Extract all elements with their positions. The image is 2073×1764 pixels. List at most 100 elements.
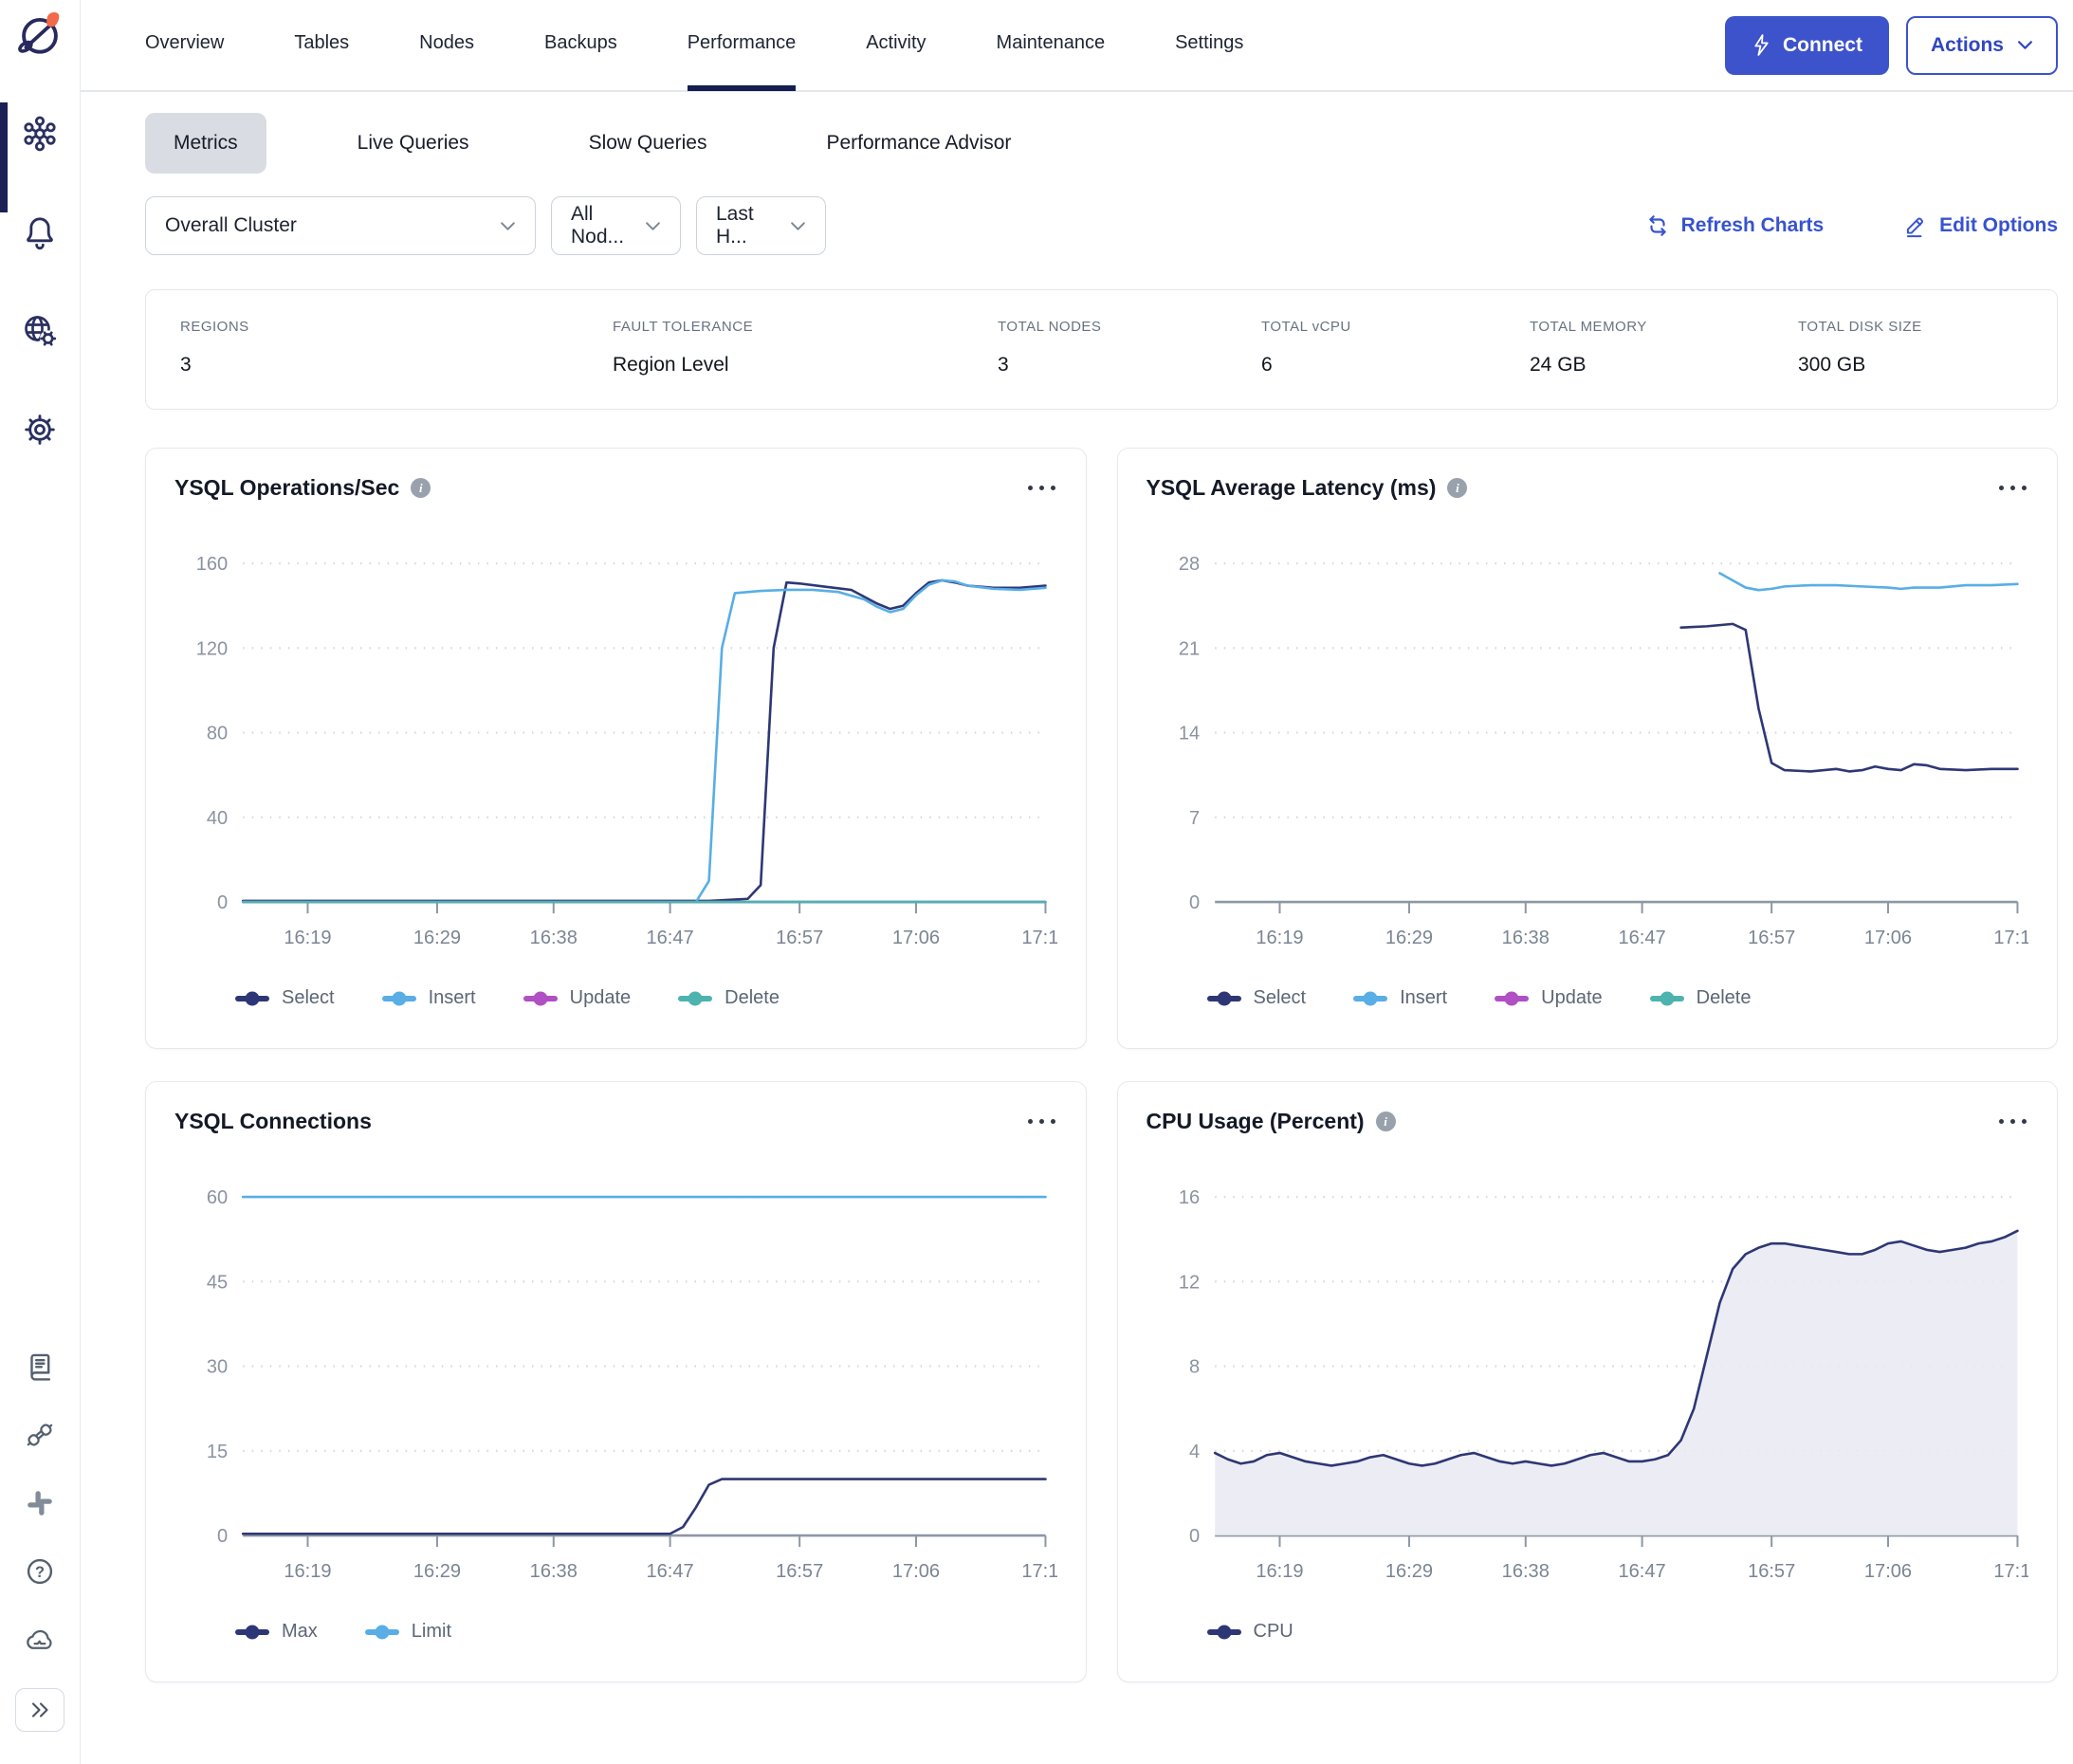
svg-text:16:47: 16:47 (647, 928, 694, 948)
info-icon[interactable]: i (411, 478, 431, 498)
svg-text:40: 40 (207, 808, 228, 829)
info-icon[interactable]: i (1447, 478, 1467, 498)
subtab-slow-queries[interactable]: Slow Queries (560, 113, 736, 174)
tab-settings[interactable]: Settings (1175, 1, 1243, 91)
chart-title: YSQL Connections (174, 1109, 372, 1134)
expand-sidebar-button[interactable] (15, 1688, 64, 1732)
svg-text:45: 45 (207, 1272, 228, 1293)
legend-marker (1650, 996, 1684, 1001)
legend-item-delete[interactable]: Delete (1650, 987, 1752, 1009)
svg-text:160: 160 (196, 554, 228, 575)
svg-text:16:47: 16:47 (1618, 1561, 1665, 1582)
slack-icon[interactable] (20, 1483, 60, 1523)
subtab-metrics[interactable]: Metrics (145, 113, 266, 174)
cluster-scope-select[interactable]: Overall Cluster (145, 196, 536, 255)
svg-text:16:29: 16:29 (413, 928, 461, 948)
svg-text:15: 15 (207, 1442, 228, 1462)
cloud-status-icon[interactable] (20, 1620, 60, 1660)
charts-grid: YSQL Operations/Sec i 0408012016016:1916… (145, 448, 2058, 1701)
legend-item-insert[interactable]: Insert (382, 987, 476, 1009)
svg-text:?: ? (35, 1564, 45, 1581)
legend-marker (678, 996, 712, 1001)
legend-marker (382, 996, 416, 1001)
ysql-connections-chart: 01530456016:1916:2916:3816:4716:5717:061… (174, 1159, 1057, 1608)
nodes-select-value: All Nod... (571, 203, 630, 248)
chart-card-ysql-operations: YSQL Operations/Sec i 0408012016016:1916… (145, 448, 1087, 1049)
edit-options-button[interactable]: Edit Options (1903, 213, 2058, 238)
tab-overview[interactable]: Overview (145, 1, 224, 91)
legend-item-update[interactable]: Update (523, 987, 632, 1009)
chevron-down-icon (2017, 40, 2033, 50)
stat-value: 3 (180, 354, 613, 377)
svg-text:14: 14 (1178, 724, 1199, 744)
tab-maintenance[interactable]: Maintenance (997, 1, 1106, 91)
docs-book-icon[interactable] (20, 1347, 60, 1387)
stat-value: 300 GB (1798, 354, 2057, 377)
svg-text:16:57: 16:57 (1748, 928, 1795, 948)
legend-item-max[interactable]: Max (235, 1621, 318, 1643)
svg-text:16:57: 16:57 (776, 928, 823, 948)
stat-fault-tolerance: FAULT TOLERANCE Region Level (613, 319, 998, 377)
sidebar-primary-nav (20, 114, 60, 450)
chart-menu-button[interactable] (1997, 1113, 2028, 1130)
chevron-down-icon (645, 221, 661, 231)
chart-title: YSQL Operations/Sec (174, 475, 399, 501)
refresh-charts-button[interactable]: Refresh Charts (1645, 213, 1825, 238)
svg-text:16:29: 16:29 (413, 1561, 461, 1582)
cluster-icon[interactable] (20, 114, 60, 154)
nodes-select[interactable]: All Nod... (551, 196, 681, 255)
ysql-latency-chart: 0714212816:1916:2916:3816:4716:5717:0617… (1147, 525, 2029, 974)
svg-text:16:38: 16:38 (530, 928, 578, 948)
svg-text:30: 30 (207, 1357, 228, 1378)
actions-button[interactable]: Actions (1906, 16, 2058, 75)
subtab-live-queries[interactable]: Live Queries (329, 113, 498, 174)
svg-text:16:38: 16:38 (1501, 928, 1549, 948)
sidebar-footer-nav: ? (15, 1347, 64, 1732)
legend-item-select[interactable]: Select (1207, 987, 1307, 1009)
stat-total-memory: TOTAL MEMORY 24 GB (1530, 319, 1798, 377)
alerts-bell-icon[interactable] (20, 212, 60, 252)
settings-gear-icon[interactable] (20, 410, 60, 450)
legend-item-limit[interactable]: Limit (365, 1621, 451, 1643)
tab-tables[interactable]: Tables (294, 1, 349, 91)
connect-button[interactable]: Connect (1725, 16, 1889, 75)
info-icon[interactable]: i (1376, 1112, 1396, 1131)
yugabyte-logo[interactable] (12, 9, 67, 64)
sidebar-active-indicator (0, 102, 8, 212)
legend-item-cpu[interactable]: CPU (1207, 1621, 1293, 1643)
svg-text:80: 80 (207, 724, 228, 744)
stat-label: REGIONS (180, 319, 613, 335)
svg-text:17:06: 17:06 (892, 928, 940, 948)
svg-text:21: 21 (1178, 638, 1199, 659)
legend-item-insert[interactable]: Insert (1353, 987, 1447, 1009)
tab-activity[interactable]: Activity (866, 1, 926, 91)
chart-menu-button[interactable] (1026, 1113, 1057, 1130)
svg-text:16:38: 16:38 (1501, 1561, 1549, 1582)
chart-title: CPU Usage (Percent) (1147, 1109, 1365, 1134)
legend-marker (365, 1629, 399, 1635)
chart-toolbar: Refresh Charts Edit Options (1645, 213, 2058, 238)
tab-performance[interactable]: Performance (688, 1, 797, 91)
svg-text:12: 12 (1178, 1272, 1199, 1293)
edit-options-label: Edit Options (1939, 214, 2058, 237)
legend-item-delete[interactable]: Delete (678, 987, 780, 1009)
chart-card-ysql-connections: YSQL Connections 01530456016:1916:2916:3… (145, 1081, 1087, 1682)
network-globe-gear-icon[interactable] (20, 311, 60, 351)
lightning-icon (1752, 34, 1771, 56)
legend-item-update[interactable]: Update (1495, 987, 1603, 1009)
chart-menu-button[interactable] (1026, 480, 1057, 496)
chart-menu-button[interactable] (1997, 480, 2028, 496)
time-range-select[interactable]: Last H... (696, 196, 826, 255)
tab-nodes[interactable]: Nodes (419, 1, 474, 91)
svg-text:28: 28 (1178, 554, 1199, 575)
help-icon[interactable]: ? (20, 1552, 60, 1591)
legend-item-select[interactable]: Select (235, 987, 335, 1009)
svg-text:17:16: 17:16 (1993, 928, 2028, 948)
svg-text:120: 120 (196, 638, 228, 659)
time-range-value: Last H... (716, 203, 775, 248)
subtab-performance-advisor[interactable]: Performance Advisor (798, 113, 1039, 174)
chevron-down-icon (790, 221, 806, 231)
integrations-plug-icon[interactable] (20, 1415, 60, 1455)
tab-backups[interactable]: Backups (544, 1, 617, 91)
svg-text:16:29: 16:29 (1385, 928, 1432, 948)
